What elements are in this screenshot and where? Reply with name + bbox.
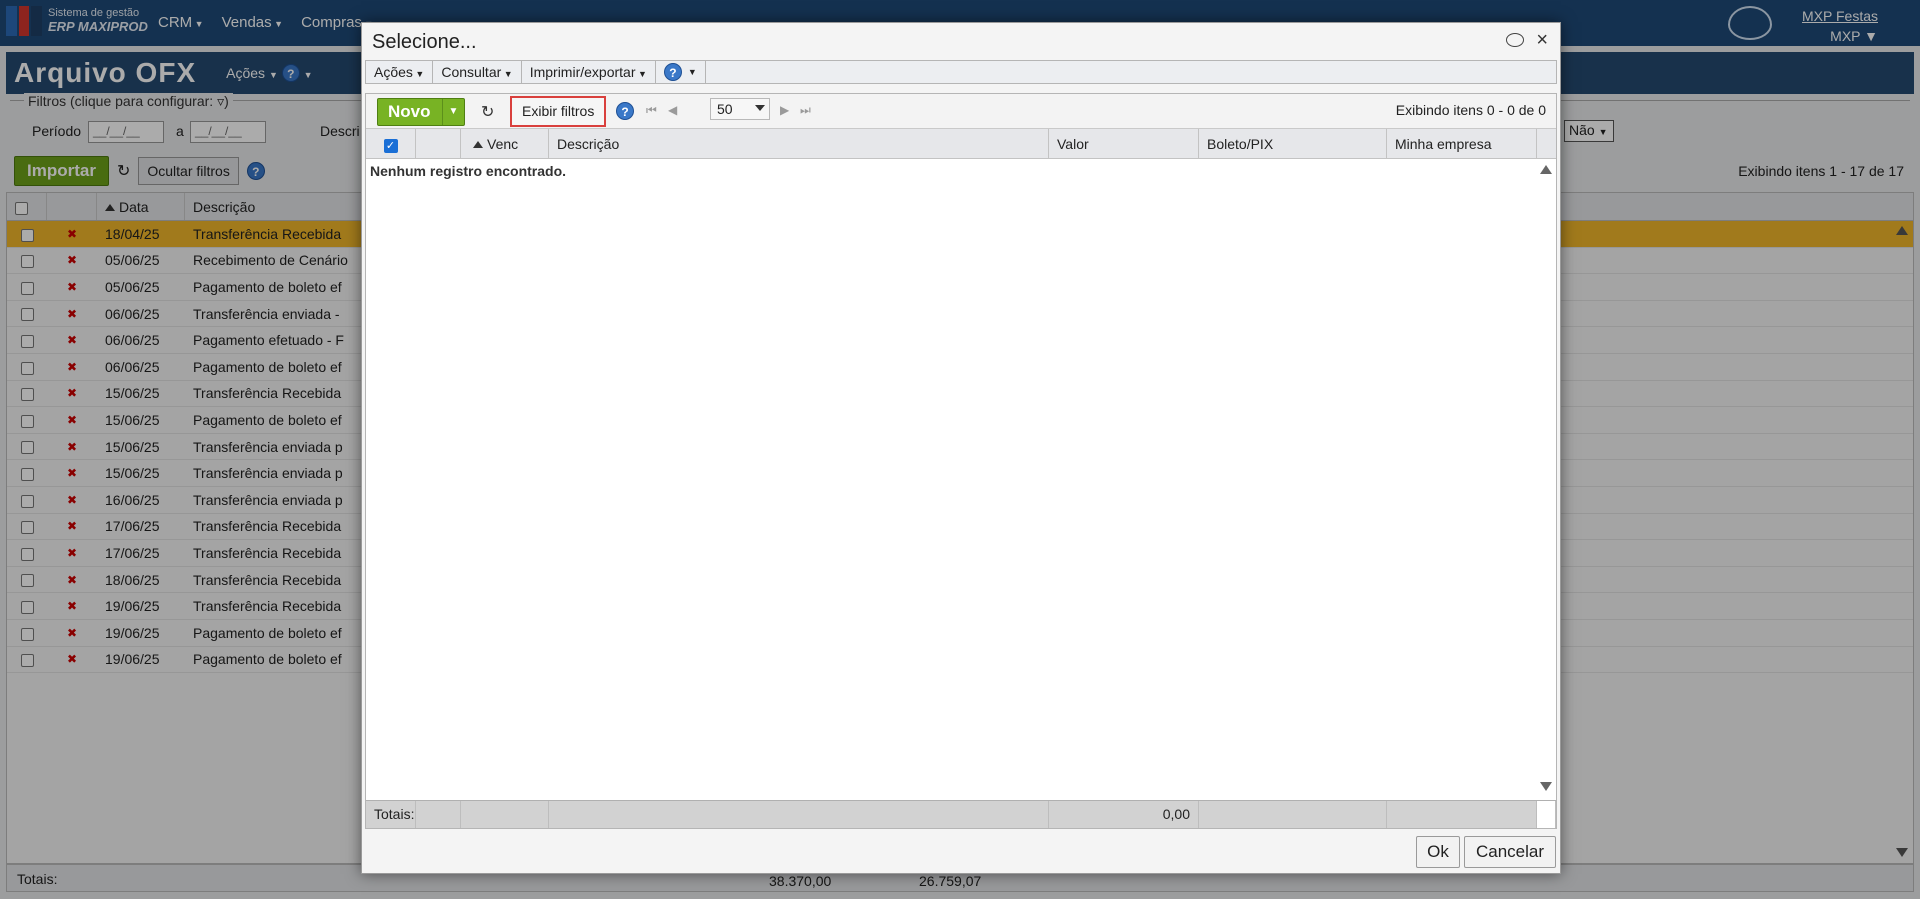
help-icon[interactable]: ? bbox=[663, 63, 682, 81]
menu-acoes[interactable]: Ações bbox=[366, 61, 434, 83]
grid-help-icon[interactable]: ? bbox=[616, 102, 634, 120]
col-descricao[interactable]: Descrição bbox=[549, 129, 1049, 158]
dialog-menubar: Ações Consultar Imprimir/exportar ?▼ bbox=[365, 60, 1557, 84]
next-page-icon[interactable]: ▶ bbox=[780, 103, 789, 117]
page-size-select[interactable]: 50 bbox=[710, 98, 770, 120]
comment-icon[interactable] bbox=[1506, 33, 1524, 47]
show-filters-button[interactable]: Exibir filtros bbox=[510, 96, 607, 127]
grid-header: ✓ Venc Descrição Valor Boleto/PIX Minha … bbox=[366, 129, 1556, 159]
ok-button[interactable]: Ok bbox=[1416, 836, 1460, 868]
chevron-down-icon: ▼ bbox=[687, 67, 697, 77]
grid-toolbar: Novo ▼ ↻ Exibir filtros ? ⏮ ◀ 50 ▶ ⏭ Exi… bbox=[366, 94, 1556, 129]
refresh-icon[interactable]: ↻ bbox=[481, 102, 494, 122]
menu-consultar[interactable]: Consultar bbox=[433, 61, 522, 83]
last-page-icon[interactable]: ⏭ bbox=[800, 103, 811, 118]
dialog-items-count: Exibindo itens 0 - 0 de 0 bbox=[1395, 102, 1546, 118]
close-icon[interactable]: × bbox=[1536, 29, 1548, 52]
empty-message: Nenhum registro encontrado. bbox=[370, 163, 567, 179]
menu-help[interactable]: ? ▼ bbox=[656, 61, 706, 83]
novo-button[interactable]: Novo ▼ bbox=[377, 98, 465, 126]
select-dialog: Selecione... × Ações Consultar Imprimir/… bbox=[361, 22, 1561, 874]
col-venc[interactable]: Venc bbox=[461, 129, 549, 158]
sort-asc-icon bbox=[473, 141, 483, 148]
col-minha-empresa[interactable]: Minha empresa bbox=[1387, 129, 1537, 158]
dialog-title: Selecione... bbox=[372, 31, 477, 53]
col-boleto-pix[interactable]: Boleto/PIX bbox=[1199, 129, 1387, 158]
novo-dropdown-icon[interactable]: ▼ bbox=[442, 99, 464, 125]
totals-label: Totais: bbox=[366, 801, 416, 828]
scroll-down-arrow[interactable] bbox=[1540, 782, 1552, 791]
select-all-checkbox[interactable]: ✓ bbox=[383, 139, 398, 153]
selection-grid: Novo ▼ ↻ Exibir filtros ? ⏮ ◀ 50 ▶ ⏭ Exi… bbox=[365, 93, 1557, 829]
menu-imprimir-exportar[interactable]: Imprimir/exportar bbox=[522, 61, 656, 83]
col-valor[interactable]: Valor bbox=[1049, 129, 1199, 158]
cancel-button[interactable]: Cancelar bbox=[1464, 836, 1556, 868]
scroll-up-arrow[interactable] bbox=[1540, 165, 1552, 174]
prev-page-icon[interactable]: ◀ bbox=[668, 103, 677, 117]
first-page-icon[interactable]: ⏮ bbox=[646, 103, 657, 118]
grid-body: Nenhum registro encontrado. bbox=[366, 159, 1556, 799]
totals-valor: 0,00 bbox=[1049, 801, 1199, 828]
grid-totals: Totais: 0,00 bbox=[366, 800, 1556, 828]
